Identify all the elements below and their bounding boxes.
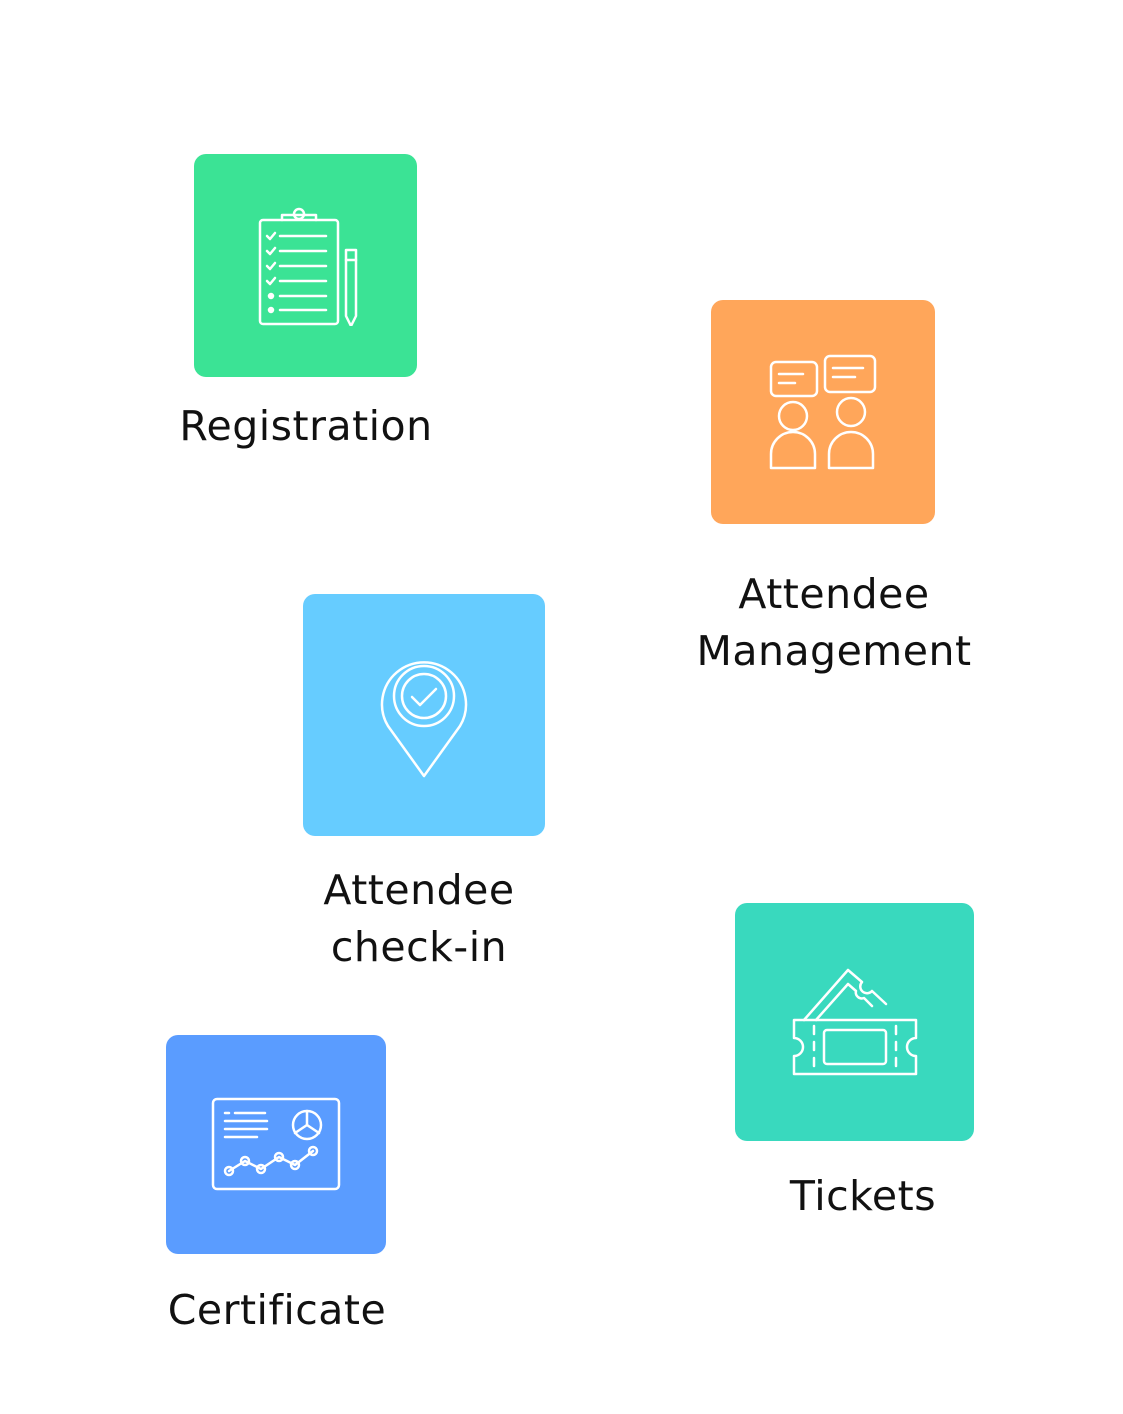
tickets-icon [790,962,920,1082]
attendee-management-label: Attendee Management [684,566,984,680]
attendee-check-in-card[interactable] [303,594,545,836]
certificate-label: Certificate [127,1282,427,1339]
certificate-label-line: Certificate [167,1286,387,1334]
attendee-check-in-label-line-1: Attendee [323,866,515,914]
certificate-chart-icon [209,1095,343,1195]
attendee-check-in-label-line-2: check-in [330,923,508,971]
tickets-card[interactable] [735,903,974,1141]
attendee-check-in-label: Attendee check-in [269,862,569,976]
registration-label-line: Registration [179,402,433,450]
attendee-management-card[interactable] [711,300,935,524]
registration-card[interactable] [194,154,417,377]
certificate-card[interactable] [166,1035,386,1254]
registration-label: Registration [156,398,456,455]
people-chat-icon [763,352,883,472]
clipboard-checklist-icon [246,206,366,326]
tickets-label: Tickets [713,1168,1013,1225]
attendee-management-label-line-2: Management [696,627,972,675]
location-check-icon [374,650,474,780]
tickets-label-line: Tickets [789,1172,937,1220]
attendee-management-label-line-1: Attendee [738,570,930,618]
